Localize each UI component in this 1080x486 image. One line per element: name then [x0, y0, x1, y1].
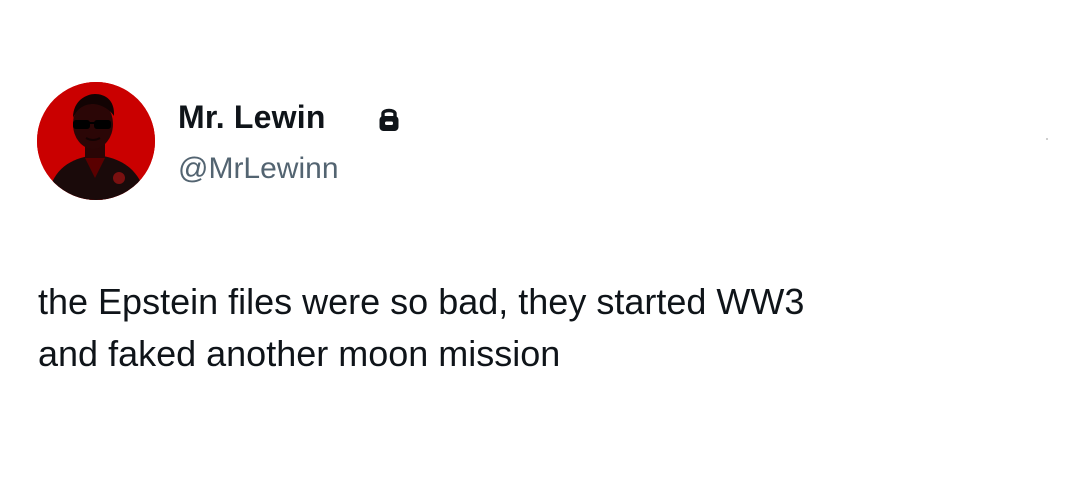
tweet-text-line: and faked another moon mission	[38, 333, 561, 374]
tweet-text: the Epstein files were so bad, they star…	[38, 276, 1048, 380]
person-avatar-icon	[37, 82, 155, 200]
handle[interactable]: @MrLewinn	[178, 150, 339, 188]
image-artifact	[1046, 138, 1048, 140]
tweet-text-line: the Epstein files were so bad, they star…	[38, 281, 805, 322]
tweet-card: Mr. Lewin @MrLewinn the Epstein files we…	[0, 0, 1080, 486]
lock-icon	[379, 108, 399, 131]
avatar[interactable]	[37, 82, 155, 200]
display-name[interactable]: Mr. Lewin	[178, 97, 326, 137]
